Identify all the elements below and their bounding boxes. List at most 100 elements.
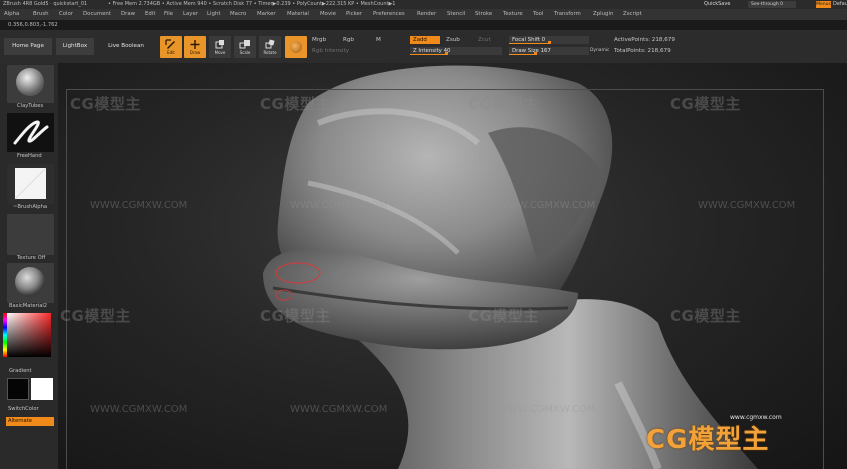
alpha-selector[interactable]: [7, 164, 54, 204]
z-intensity-slider[interactable]: Z Intensity 40: [410, 47, 502, 55]
see-through-slider[interactable]: See-through 0: [748, 1, 796, 8]
live-boolean-button[interactable]: Live Boolean: [98, 38, 154, 55]
brush-name: ClayTubes: [17, 103, 44, 109]
title-bar: ZBrush 4R8 Gold5 · quickstart_01 • Free …: [0, 0, 847, 9]
watermark-logo: CG模型主: [670, 95, 741, 113]
gradient-label[interactable]: Gradient: [9, 368, 32, 374]
dynamic-button[interactable]: Dynamic: [590, 48, 609, 53]
menu-draw[interactable]: Draw: [121, 9, 135, 20]
alpha-icon: [14, 167, 47, 200]
color-picker[interactable]: [7, 313, 51, 357]
menu-file[interactable]: File: [164, 9, 173, 20]
left-tray: ClayTubes FreeHand ~BrushAlpha Texture O…: [0, 63, 58, 469]
freehand-stroke-icon: [13, 120, 49, 145]
draw-icon: [190, 40, 200, 49]
move-icon: [215, 40, 224, 49]
menu-zplugin[interactable]: Zplugin: [593, 9, 613, 20]
menu-alpha[interactable]: Alpha: [4, 9, 19, 20]
watermark-url: WWW.CGMXW.COM: [90, 404, 188, 415]
m-button[interactable]: M: [376, 37, 381, 43]
menu-picker[interactable]: Picker: [346, 9, 362, 20]
memory-stats: • Free Mem 2.734GB • Active Mem 940 • Sc…: [108, 1, 396, 7]
cursor-coordinates: 0.356,0.803,-1.762: [8, 22, 58, 28]
menu-document[interactable]: Document: [83, 9, 111, 20]
material-name: BasicMaterial2: [9, 303, 48, 309]
claytubes-brush-icon: [16, 68, 44, 96]
alternate-button[interactable]: Alternate: [6, 417, 54, 426]
zsub-button[interactable]: Zsub: [446, 37, 460, 43]
material-selector[interactable]: [7, 263, 54, 303]
draw-size-slider[interactable]: Draw Size 167: [509, 47, 589, 55]
edit-icon: [165, 39, 175, 49]
edit-mode-button[interactable]: Edit: [160, 36, 182, 58]
scale-label: Scale: [239, 50, 251, 55]
rgb-intensity-slider[interactable]: Rgb Intensity: [312, 48, 349, 54]
watermark-url: WWW.CGMXW.COM: [290, 200, 388, 211]
main-color-swatch[interactable]: [7, 378, 29, 400]
home-page-button[interactable]: Home Page: [4, 38, 52, 55]
menu-render[interactable]: Render: [417, 9, 436, 20]
watermark-logo: CG模型主: [468, 95, 539, 113]
zadd-button[interactable]: Zadd: [410, 36, 440, 44]
alpha-name: ~BrushAlpha: [13, 204, 48, 210]
menu-transform[interactable]: Transform: [554, 9, 581, 20]
move-label: Move: [214, 50, 226, 55]
focal-shift-thumb[interactable]: [547, 41, 551, 44]
scale-mode-button[interactable]: Scale: [234, 36, 256, 58]
brush-selector[interactable]: [7, 65, 54, 103]
brand-logo: CG模型主: [646, 425, 770, 455]
menu-brush[interactable]: Brush: [33, 9, 49, 20]
texture-selector[interactable]: [7, 214, 54, 255]
menu-color[interactable]: Color: [59, 9, 73, 20]
rgb-button[interactable]: Rgb: [343, 37, 354, 43]
texture-name: Texture Off: [17, 255, 46, 261]
watermark-logo: CG模型主: [670, 307, 741, 325]
menu-bar: Alpha Brush Color Document Draw Edit Fil…: [0, 9, 847, 20]
rotate-label: Rotate: [263, 50, 277, 55]
draw-label: Draw: [189, 50, 201, 55]
secondary-color-swatch[interactable]: [31, 378, 53, 400]
material-sphere-button[interactable]: [285, 36, 307, 58]
menu-stroke[interactable]: Stroke: [475, 9, 492, 20]
scale-icon: [239, 40, 250, 49]
menu-material[interactable]: Material: [287, 9, 309, 20]
watermark-logo: CG模型主: [260, 307, 331, 325]
default-zscript-button[interactable]: Default: [833, 0, 847, 9]
hue-strip[interactable]: [3, 313, 7, 357]
total-points-readout: TotalPoints: 218,679: [614, 48, 671, 54]
menu-edit[interactable]: Edit: [145, 9, 155, 20]
canvas-viewport[interactable]: CG模型主 CG模型主 CG模型主 CG模型主 WWW.CGMXW.COM WW…: [58, 63, 847, 469]
menu-preferences[interactable]: Preferences: [373, 9, 405, 20]
menu-light[interactable]: Light: [207, 9, 220, 20]
menu-movie[interactable]: Movie: [320, 9, 336, 20]
lightbox-button[interactable]: LightBox: [56, 38, 94, 55]
stroke-name: FreeHand: [17, 153, 42, 159]
active-points-readout: ActivePoints: 218,679: [614, 37, 675, 43]
draw-size-label: Draw Size 167: [512, 48, 551, 54]
menu-macro[interactable]: Macro: [230, 9, 246, 20]
focal-shift-slider[interactable]: Focal Shift 0: [509, 36, 589, 44]
watermark-url: WWW.CGMXW.COM: [290, 404, 388, 415]
zcut-button[interactable]: Zcut: [478, 37, 491, 43]
menu-layer[interactable]: Layer: [183, 9, 198, 20]
switch-color-button[interactable]: SwitchColor: [8, 406, 39, 412]
material-sphere-icon: [15, 267, 45, 297]
watermark-logo: CG模型主: [260, 95, 331, 113]
quicksave-button[interactable]: QuickSave: [704, 0, 730, 9]
draw-mode-button[interactable]: Draw: [184, 36, 206, 58]
rotate-icon: [265, 39, 275, 49]
menu-texture[interactable]: Texture: [503, 9, 523, 20]
menu-zscript[interactable]: Zscript: [623, 9, 642, 20]
menu-tool[interactable]: Tool: [533, 9, 543, 20]
watermark-url: WWW.CGMXW.COM: [90, 200, 188, 211]
menu-marker[interactable]: Marker: [257, 9, 276, 20]
menus-toggle-button[interactable]: Menus: [816, 1, 831, 8]
focal-shift-label: Focal Shift 0: [512, 37, 546, 43]
watermark-url: WWW.CGMXW.COM: [498, 404, 596, 415]
stroke-selector[interactable]: [7, 113, 54, 152]
menu-stencil[interactable]: Stencil: [447, 9, 465, 20]
move-mode-button[interactable]: Move: [209, 36, 231, 58]
watermark-logo: CG模型主: [70, 95, 141, 113]
mrgb-button[interactable]: Mrgb: [312, 37, 326, 43]
rotate-mode-button[interactable]: Rotate: [259, 36, 281, 58]
